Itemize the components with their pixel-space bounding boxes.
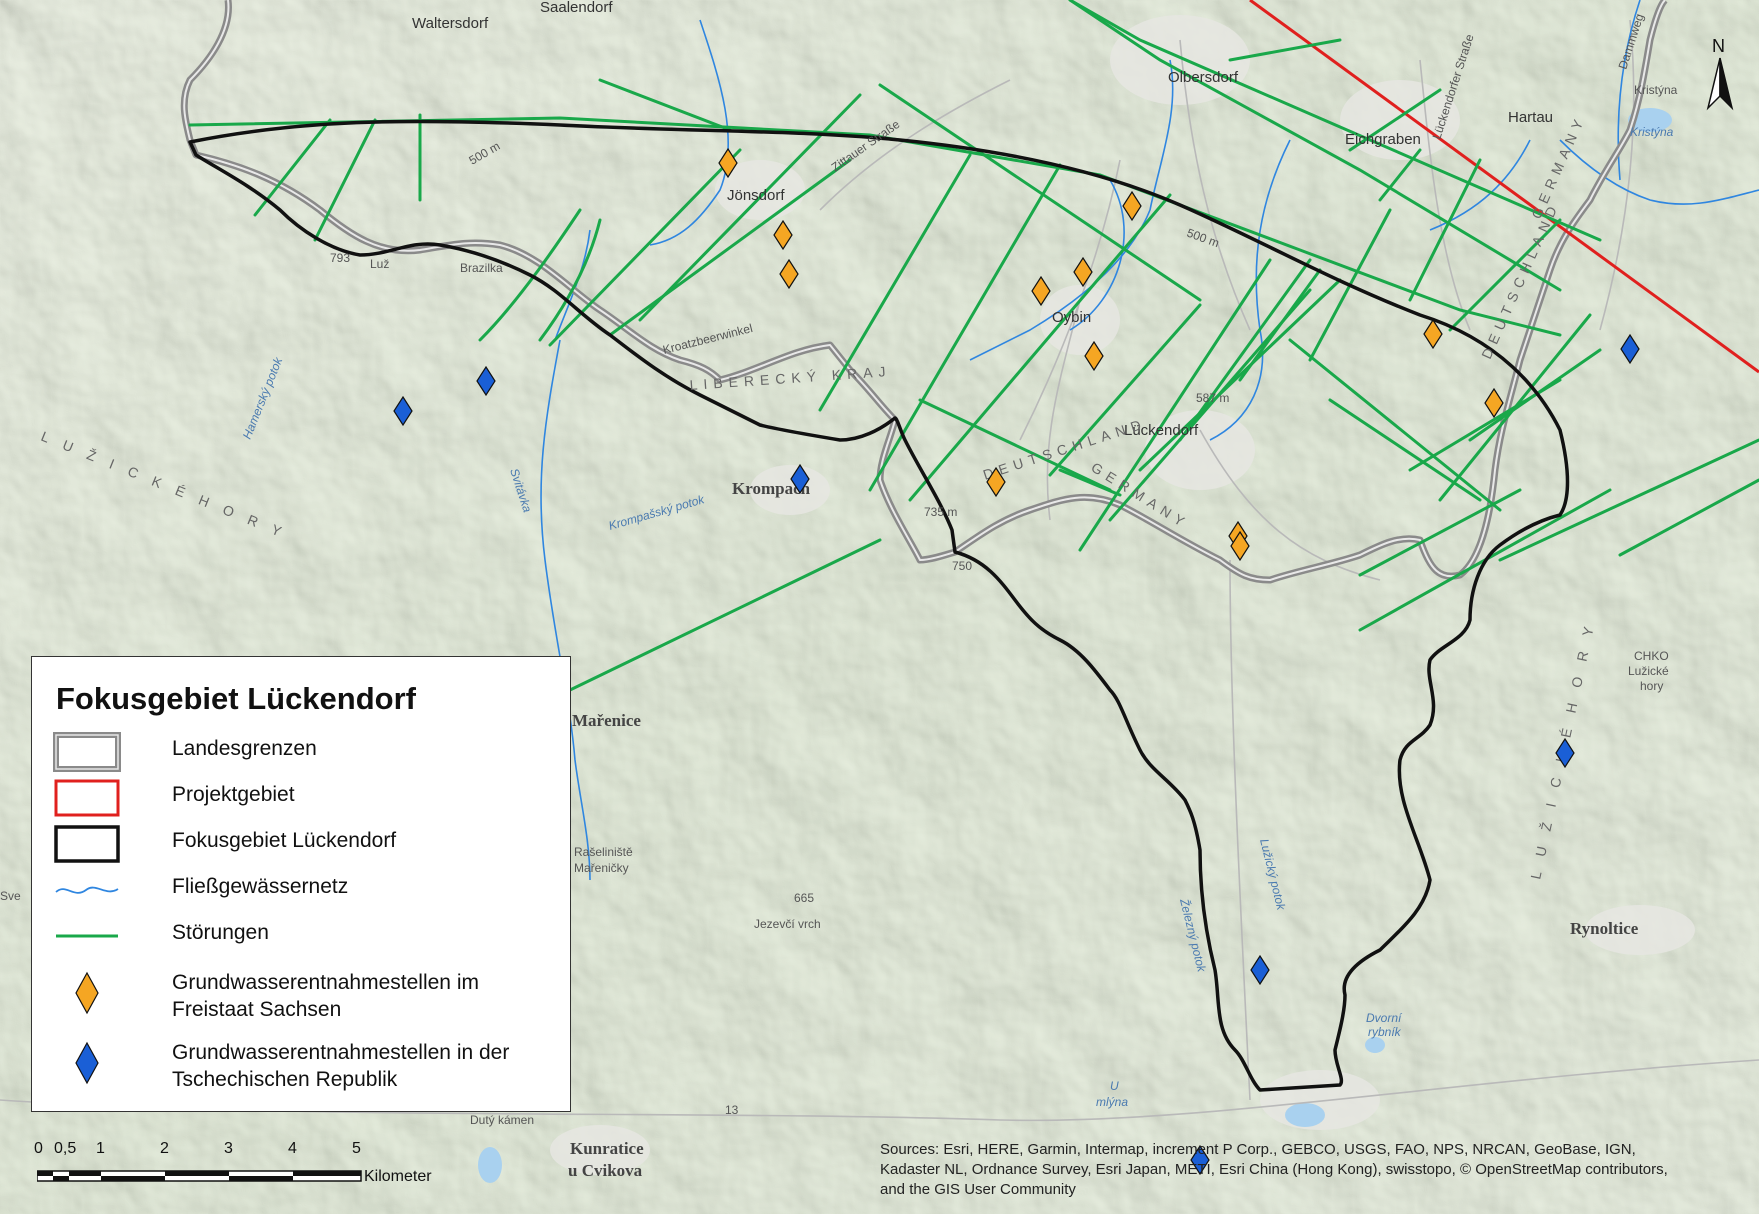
label-kunratice-1: Kunratice [570,1139,644,1158]
label-jezevci: Jezevčí vrch [754,917,821,931]
legend-label-well-czech: Grundwasserentnahmestellen in der Tschec… [172,1039,509,1093]
legend-fault-swatch [56,934,118,938]
legend-label-fault: Störungen [172,921,269,944]
label-height-665: 665 [794,891,814,905]
legend-item-focus: Fokusgebiet Lückendorf [52,821,552,867]
label-chko-3: hory [1640,679,1663,693]
north-arrow: N [1700,36,1740,116]
scale-tick-0: 0 [34,1140,43,1157]
label-kristyna: Kristýna [1634,83,1678,97]
legend-title: Fokusgebiet Lückendorf [56,681,416,716]
scale-tick-4: 4 [288,1140,297,1157]
legend-project-swatch [54,779,120,817]
label-height-735: 735 m [924,505,957,519]
label-u-mlyna-2: mlýna [1096,1095,1128,1109]
label-luz: Luž [370,257,389,271]
label-marenicky: Mařeničky [574,861,629,875]
legend-label-well-czech-line2: Tschechischen Republik [172,1068,398,1091]
label-duty-kamen: Dutý kámen [470,1113,534,1127]
label-waltersdorf: Waltersdorf [412,15,489,32]
legend-label-well-czech-line1: Grundwasserentnahmestellen in der [172,1041,510,1064]
scale-tick-0-5: 0,5 [54,1140,77,1157]
label-dvorni-1: Dvorní [1366,1011,1403,1025]
legend-label-project: Projektgebiet [172,783,295,806]
legend-label-focus: Fokusgebiet Lückendorf [172,829,397,852]
label-dvorni-2: rybník [1368,1025,1402,1039]
label-road-13: 13 [725,1103,739,1117]
scale-tick-3: 3 [224,1140,233,1157]
scale-bar: 0 0,5 1 2 3 4 5 Kilometer [34,1140,454,1200]
label-kristyna-lake: Kristýna [1630,125,1674,139]
legend-item-well-czech: Grundwasserentnahmestellen in der Tschec… [52,1033,552,1093]
label-jonsdorf: Jönsdorf [727,187,785,204]
label-brazilka: Brazilka [460,261,503,275]
legend-label-well-saxony-line1: Grundwasserentnahmestellen im [172,971,479,994]
legend-label-river: Fließgewässernetz [172,875,349,898]
legend-item-river: Fließgewässernetz [52,867,552,913]
legend-item-fault: Störungen [52,913,552,959]
label-hartau: Hartau [1508,109,1553,126]
legend-item-project: Projektgebiet [52,775,552,821]
label-oybin: Oybin [1052,309,1091,326]
label-height-793: 793 [330,251,350,265]
label-chko-1: CHKO [1634,649,1669,663]
legend-focus-swatch [54,825,120,863]
scale-tick-2: 2 [160,1140,169,1157]
legend-item-border: Landesgrenzen [52,729,552,775]
scale-unit: Kilometer [364,1168,432,1185]
legend-river-swatch [55,886,119,894]
label-chko-2: Lužické [1628,664,1669,678]
scale-tick-1: 1 [96,1140,105,1157]
label-height-750: 750 [952,559,972,573]
label-raseliniste: Rašeliniště [574,845,633,859]
diamond-icon [75,1041,99,1085]
legend-label-border: Landesgrenzen [172,737,317,760]
north-label: N [1712,36,1725,56]
label-sve: Sve [0,889,21,903]
label-u-mlyna-1: U [1110,1079,1119,1093]
scale-bar-graphic [37,1170,362,1182]
legend-border-swatch [53,732,121,772]
scale-tick-5: 5 [352,1140,361,1157]
label-olbersdorf: Olbersdorf [1168,69,1239,86]
label-height-587: 587 m [1196,391,1229,405]
label-marenice: Mařenice [572,711,641,730]
label-kunratice-2: u Cvikova [568,1161,643,1180]
legend-label-well-saxony-line2: Freistaat Sachsen [172,998,342,1021]
legend-label-well-saxony: Grundwasserentnahmestellen im Freistaat … [172,969,479,1023]
map-attribution: Sources: Esri, HERE, Garmin, Intermap, i… [880,1141,1668,1198]
diamond-icon [75,971,99,1015]
label-saalendorf: Saalendorf [540,0,613,16]
legend-item-well-saxony: Grundwasserentnahmestellen im Freistaat … [52,963,552,1023]
label-eichgraben: Eichgraben [1345,131,1421,148]
legend: Fokusgebiet Lückendorf Landesgrenzen Pro… [31,656,571,1112]
label-rynoltice: Rynoltice [1570,919,1639,938]
